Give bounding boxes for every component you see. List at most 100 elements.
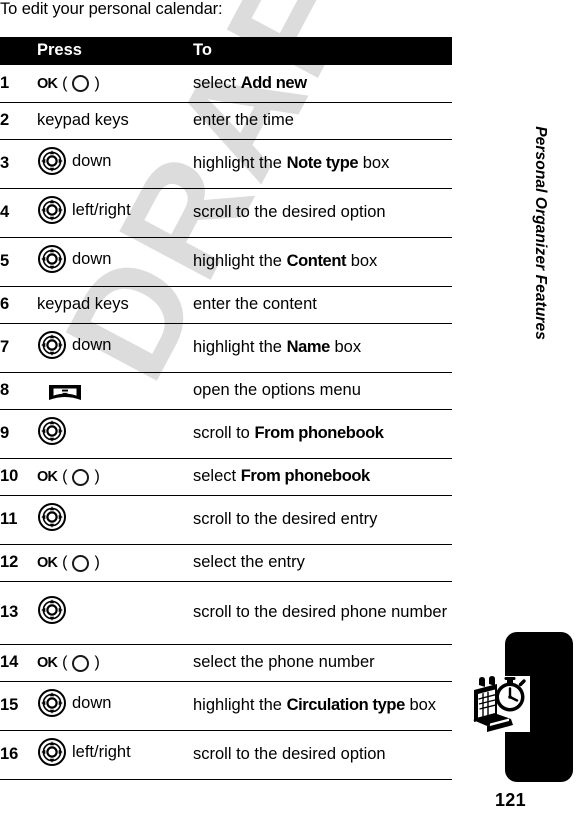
table-header: Press To [0,37,452,65]
press-cell: down [37,237,193,287]
paren-close: ) [94,74,100,92]
action-cell: select the entry [193,544,452,582]
press-content: down [37,330,111,360]
step-number: 10 [0,458,37,496]
action-cell: highlight the Name box [193,323,452,373]
ok-key-icon [72,75,90,93]
press-cell: OK() [37,65,193,103]
action-cell: highlight the Note type box [193,139,452,189]
intro-text: To edit your personal calendar: [0,0,223,18]
press-content: down [37,146,111,176]
press-cell: OK() [37,644,193,682]
step-number: 3 [0,139,37,189]
navigation-key-icon [38,689,66,717]
calendar-clock-glyph [473,676,526,732]
paren-close: ) [94,654,100,671]
press-content: OK() [37,554,100,572]
action-cell: scroll to the desired option [193,730,452,780]
press-cell [37,372,193,410]
action-text-suffix: box [404,696,437,715]
table-row: 3 down highlight the Note type box [0,139,452,189]
press-cell: OK() [37,458,193,496]
step-number: 4 [0,188,37,238]
step-number: 8 [0,372,37,410]
press-content: OK() [37,468,100,486]
press-direction-label: down [72,693,112,712]
action-text-suffix: box [329,338,362,357]
step-number: 13 [0,581,37,645]
press-key-label: OK [37,655,58,671]
table-row: 13 scroll to the desired phone number [0,581,452,645]
column-header-to: To [193,37,452,65]
action-cell: scroll to From phonebook [193,409,452,459]
navigation-key-icon [38,147,66,175]
paren-open: ( [62,554,68,571]
table-row: 5 down highlight the Content box [0,237,452,287]
table-row: 4 left/right scroll to the desired option [0,188,452,238]
step-number: 14 [0,644,37,682]
navigation-key-icon [38,596,66,624]
paren-open: ( [62,74,68,92]
step-number: 9 [0,409,37,459]
table-row: 14 OK() select the phone number [0,644,452,682]
action-cell: scroll to the desired option [193,188,452,238]
action-text: scroll to the desired phone number [193,603,448,622]
action-cell: scroll to the desired phone number [193,581,452,645]
paren-open: ( [62,654,68,671]
table-row: 11 scroll to the desired entry [0,495,452,545]
table-row: 12 OK() select the entry [0,544,452,582]
press-key-label: keypad keys [37,295,129,313]
ok-key-icon [72,654,90,672]
ok-key-icon [72,554,90,572]
press-cell [37,581,193,645]
action-text: scroll to the desired option [193,745,386,764]
action-cell: scroll to the desired entry [193,495,452,545]
press-content: down [37,688,111,718]
press-content: OK() [37,654,100,672]
action-cell: highlight the Content box [193,237,452,287]
action-cell: enter the time [193,102,452,140]
table-row: 6 keypad keys enter the content [0,286,452,324]
ui-label: Content [286,252,347,271]
action-cell: open the options menu [193,372,452,410]
table-row: 7 down highlight the Name box [0,323,452,373]
paren-close: ) [94,554,100,571]
press-content: keypad keys [37,295,129,314]
press-cell: OK() [37,544,193,582]
press-content [37,416,67,446]
calendar-clock-icon [471,676,533,734]
procedure-table: Press To 1 OK() select Add new 2 keypad keys… [0,37,452,780]
table-row: 10 OK() select From phonebook [0,458,452,496]
action-cell: select Add new [193,65,452,103]
press-cell: down [37,323,193,373]
action-text: select [193,74,241,93]
chapter-side-title: Personal Organizer Features [532,126,549,340]
table-row: 15 down highlight the Circulation type box [0,681,452,731]
press-cell: down [37,139,193,189]
step-number: 12 [0,544,37,582]
menu-key-icon [49,385,81,401]
press-key-label: OK [37,75,58,92]
press-direction-label: left/right [72,742,131,761]
action-text: select [193,467,241,486]
action-text: scroll to [193,424,255,443]
navigation-key-icon [38,331,66,359]
action-text-suffix: box [346,252,378,271]
press-direction-label: down [72,151,112,170]
press-content: left/right [37,195,131,225]
ui-label: Circulation type [286,696,406,715]
step-number: 11 [0,495,37,545]
step-number: 16 [0,730,37,780]
press-direction-label: down [72,249,112,268]
press-direction-label: down [72,335,112,354]
press-content: OK() [37,75,100,93]
press-content [37,595,67,625]
action-text: select the entry [193,553,305,572]
ui-label: Name [286,338,331,357]
press-content [37,383,82,402]
action-text: select the phone number [193,653,375,672]
ui-label: Add new [240,74,307,93]
step-number: 2 [0,102,37,140]
action-text: enter the time [193,111,294,130]
press-cell [37,409,193,459]
